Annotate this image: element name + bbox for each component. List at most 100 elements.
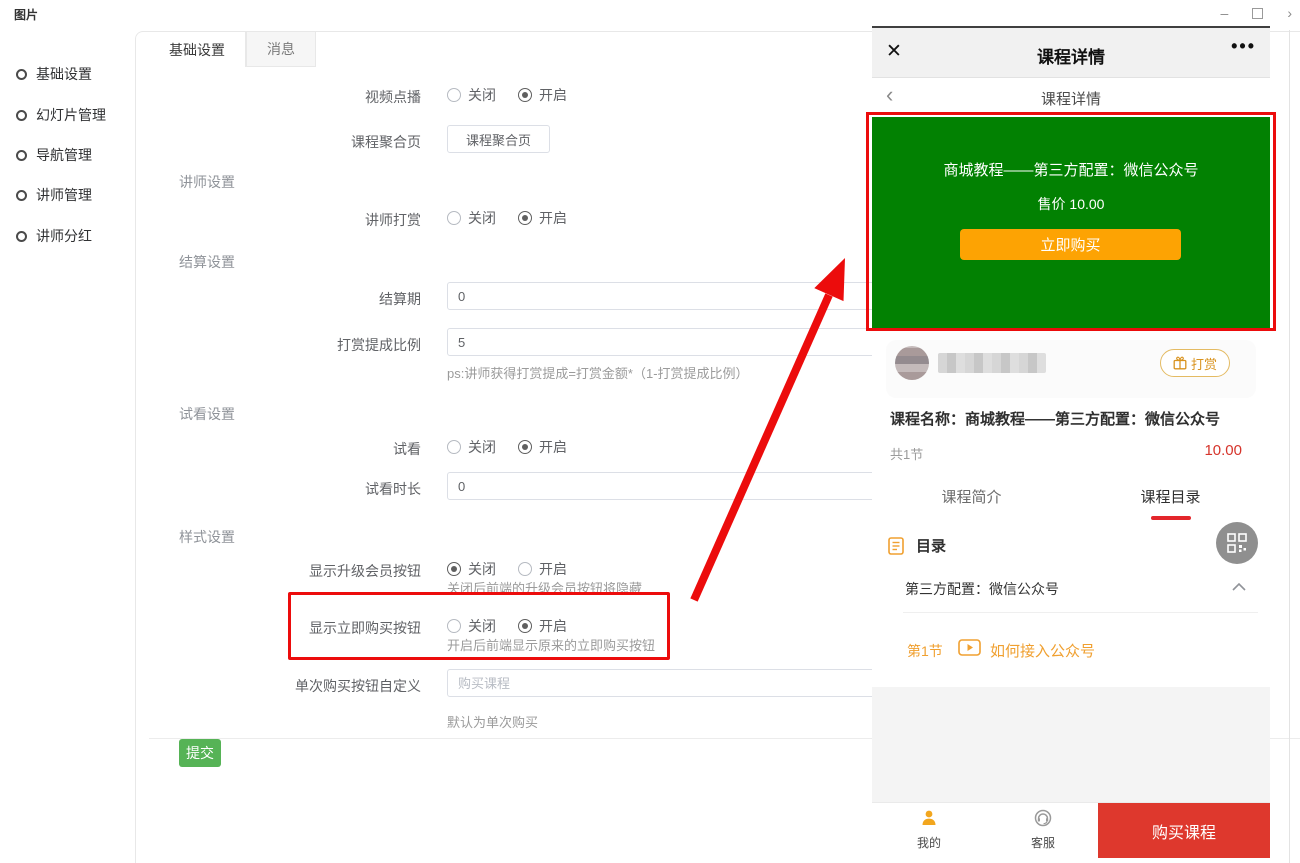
tabbar-item-mine[interactable]: 我的 (894, 809, 964, 851)
buy-course-button[interactable]: 购买课程 (1098, 803, 1270, 858)
phone-header: ✕ 课程详情 ••• (872, 28, 1270, 78)
qr-code-icon (1227, 533, 1247, 553)
maximize-icon[interactable] (1252, 8, 1263, 19)
more-icon[interactable]: ••• (1231, 36, 1256, 57)
radio-checked-icon (518, 88, 532, 102)
circle-icon (16, 231, 27, 242)
phone-tabbar: 我的 客服 购买课程 (872, 802, 1270, 857)
tab-course-intro[interactable]: 课程简介 (872, 478, 1071, 516)
circle-icon (16, 150, 27, 161)
video-on-demand-label: 视频点播 (136, 87, 421, 107)
single-buy-note: 默认为单次购买 (447, 712, 538, 731)
window-titlebar: 图片 – › (0, 0, 1300, 26)
aggregation-page-label: 课程聚合页 (136, 132, 421, 152)
sidebar-item-label: 导航管理 (36, 145, 92, 165)
tab-basic-settings[interactable]: 基础设置 (149, 32, 246, 67)
banner-course-title: 商城教程——第三方配置：微信公众号 (872, 159, 1270, 180)
radio-checked-icon (518, 440, 532, 454)
aggregation-page-button[interactable]: 课程聚合页 (447, 125, 550, 153)
lesson-number: 第1节 (907, 641, 943, 661)
lecturer-reward-label: 讲师打赏 (136, 210, 421, 230)
sidebar: 基础设置 幻灯片管理 导航管理 讲师管理 讲师分红 (0, 26, 135, 863)
radio-off-option[interactable]: 关闭 (447, 559, 496, 579)
submit-button[interactable]: 提交 (179, 739, 221, 767)
radio-off-option[interactable]: 关闭 (447, 616, 496, 636)
minimize-icon[interactable]: – (1221, 0, 1229, 26)
settlement-section-title: 结算设置 (179, 252, 235, 272)
sidebar-item-basic-settings[interactable]: 基础设置 (16, 64, 92, 84)
chapter-row[interactable]: 第三方配置：微信公众号 (872, 575, 1270, 607)
gift-icon (1173, 356, 1187, 370)
app-window: 图片 – › 基础设置 幻灯片管理 导航管理 讲师管理 讲师分红 (0, 0, 1300, 863)
lesson-title: 如何接入公众号 (990, 640, 1095, 661)
settlement-period-label: 结算期 (136, 289, 421, 309)
settings-tabs: 基础设置 消息 (149, 32, 316, 67)
tabbar-label: 客服 (1008, 834, 1078, 851)
show-upgrade-button-label: 显示升级会员按钮 (136, 561, 421, 581)
window-edge-divider (1289, 30, 1290, 863)
radio-on-option[interactable]: 开启 (518, 437, 567, 457)
show-buynow-button-label: 显示立即购买按钮 (136, 618, 421, 638)
circle-icon (16, 110, 27, 121)
person-icon (920, 809, 938, 827)
trial-radio-group: 关闭 开启 (447, 437, 589, 457)
show-upgrade-note: 关闭后前端的升级会员按钮将隐藏 (447, 578, 642, 597)
tab-message[interactable]: 消息 (246, 32, 316, 67)
radio-icon (447, 211, 461, 225)
radio-on-option[interactable]: 开启 (518, 616, 567, 636)
catalog-title: 目录 (916, 535, 946, 556)
radio-on-option[interactable]: 开启 (518, 559, 567, 579)
sidebar-item-slides[interactable]: 幻灯片管理 (16, 105, 106, 125)
tabbar-item-service[interactable]: 客服 (1008, 809, 1078, 851)
banner-price: 售价 10.00 (872, 194, 1270, 214)
radio-off-option[interactable]: 关闭 (447, 437, 496, 457)
course-banner: 商城教程——第三方配置：微信公众号 售价 10.00 立即购买 (872, 117, 1270, 328)
phone-nav-title: 课程详情 (872, 88, 1270, 109)
circle-icon (16, 69, 27, 80)
course-price: 10.00 (1204, 442, 1242, 459)
sidebar-item-lecturer-manage[interactable]: 讲师管理 (16, 185, 92, 205)
tab-course-catalog[interactable]: 课程目录 (1071, 478, 1270, 516)
lesson-row[interactable]: 第1节 如何接入公众号 (872, 637, 1270, 665)
buy-now-button[interactable]: 立即购买 (960, 229, 1181, 260)
lecturer-reward-radio-group: 关闭 开启 (447, 208, 589, 228)
radio-off-option[interactable]: 关闭 (447, 85, 496, 105)
sidebar-item-lecturer-dividend[interactable]: 讲师分红 (16, 226, 92, 246)
video-on-demand-radio-group: 关闭 开启 (447, 85, 589, 105)
lecturer-card: 打赏 (886, 340, 1256, 398)
phone-header-title: 课程详情 (872, 43, 1270, 68)
circle-icon (16, 190, 27, 201)
sidebar-item-label: 幻灯片管理 (36, 105, 106, 125)
reward-ratio-label: 打赏提成比例 (136, 335, 421, 355)
radio-icon (447, 440, 461, 454)
show-buynow-note: 开启后前端显示原来的立即购买按钮 (447, 635, 655, 654)
chevron-right-icon[interactable]: › (1287, 0, 1292, 26)
qr-code-button[interactable] (1216, 522, 1258, 564)
lecturer-name-blurred (938, 353, 1046, 373)
chapter-divider (903, 612, 1258, 613)
trial-duration-label: 试看时长 (136, 479, 421, 499)
reward-ratio-note: ps:讲师获得打赏提成=打赏金额*（1-打赏提成比例） (447, 363, 749, 382)
headset-icon (1034, 809, 1052, 827)
chapter-title: 第三方配置：微信公众号 (905, 579, 1059, 599)
sidebar-item-label: 讲师分红 (36, 226, 92, 246)
radio-on-option[interactable]: 开启 (518, 85, 567, 105)
radio-on-option[interactable]: 开启 (518, 208, 567, 228)
content-background (872, 687, 1270, 802)
course-name-line: 课程名称：商城教程——第三方配置：微信公众号 (890, 408, 1256, 429)
show-buynow-radio-group: 关闭 开启 (447, 616, 589, 636)
trial-section-title: 试看设置 (179, 404, 235, 424)
single-buy-custom-label: 单次购买按钮自定义 (136, 676, 421, 696)
radio-off-option[interactable]: 关闭 (447, 208, 496, 228)
chevron-up-icon[interactable] (1232, 583, 1246, 591)
sidebar-item-navigation[interactable]: 导航管理 (16, 145, 92, 165)
radio-checked-icon (518, 619, 532, 633)
window-controls: – › (1221, 0, 1300, 26)
catalog-header: 目录 (888, 535, 946, 556)
radio-icon (518, 562, 532, 576)
aggregation-page-control: 课程聚合页 (447, 125, 550, 153)
sections-count: 共1节 (890, 444, 923, 463)
tabbar-label: 我的 (894, 834, 964, 851)
reward-button[interactable]: 打赏 (1160, 349, 1230, 377)
document-icon (888, 537, 904, 555)
